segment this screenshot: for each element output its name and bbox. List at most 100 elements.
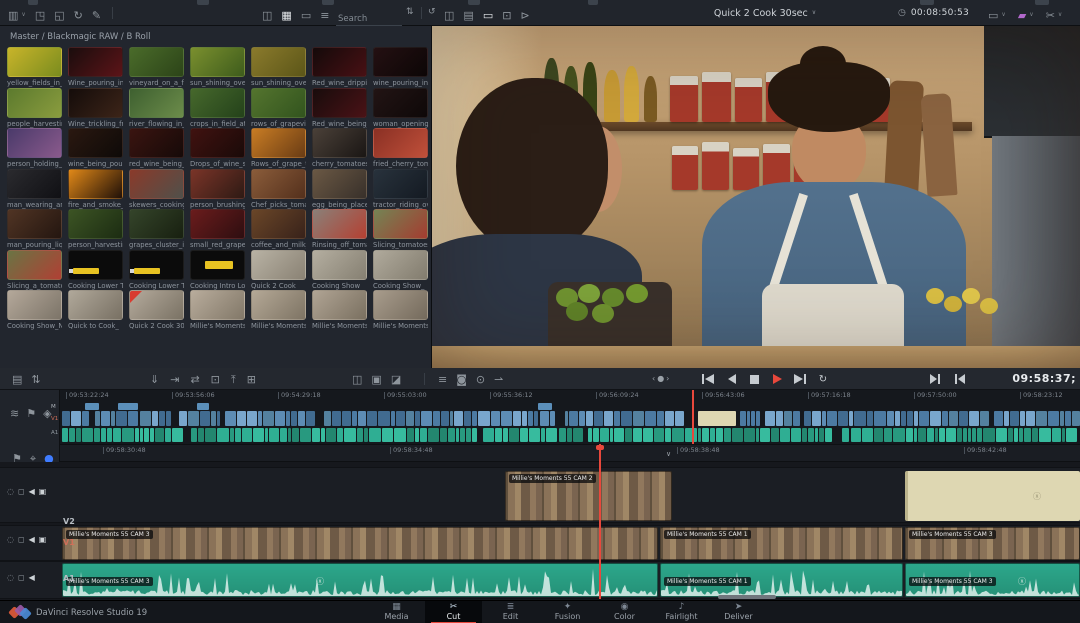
overview-video-track[interactable] xyxy=(60,411,1078,426)
closeup-mode-icon[interactable]: ⊡ xyxy=(502,10,511,21)
timeline-video-clip[interactable]: Millie's Moments 55 CAM 3 xyxy=(905,527,1080,560)
ripple-overwrite-icon[interactable]: ⇄ xyxy=(190,374,199,385)
source-overwrite-icon[interactable]: ⊞ xyxy=(247,374,256,385)
import-folder-icon[interactable]: ◱ xyxy=(54,10,64,21)
playhead-handle[interactable] xyxy=(596,445,604,450)
track-lock-icon[interactable]: ◻ xyxy=(18,536,25,544)
media-clip[interactable]: red_wine_being_p... xyxy=(129,128,184,168)
track-height-icon[interactable]: ⇅ xyxy=(31,374,40,385)
media-clip[interactable]: fried_cherry_toma... xyxy=(373,128,428,168)
overview-playhead[interactable] xyxy=(692,390,694,444)
timeline-audio-clip[interactable]: Millie's Moments 55 CAM 1 xyxy=(660,563,903,597)
refresh-icon[interactable]: ↺ xyxy=(428,8,436,17)
track-a1-lane[interactable]: Millie's Moments 55 CAM 3ⓧMillie's Momen… xyxy=(0,561,1080,599)
media-clip[interactable]: Quick 2 Cook xyxy=(251,250,306,290)
media-clip[interactable]: cherry_tomatoes_... xyxy=(312,128,367,168)
media-clip[interactable]: Millie's Moments ... xyxy=(373,290,428,330)
timeline-playhead[interactable] xyxy=(599,444,601,599)
media-clip[interactable]: sun_shining_over_... xyxy=(190,47,245,87)
timeline-scrollbar[interactable] xyxy=(718,595,776,599)
display-options-icon[interactable]: ▭∨ xyxy=(988,10,1006,21)
playhead-jump-icon[interactable]: ⇀ xyxy=(494,374,503,385)
track-mute-icon[interactable]: ◀ xyxy=(29,488,35,496)
timeline-selector[interactable]: Quick 2 Cook 30sec ∨ xyxy=(690,0,840,26)
tab-deliver[interactable]: ➤Deliver xyxy=(710,601,767,623)
source-tag-icon[interactable]: ◌ xyxy=(7,488,14,496)
timeline-video-clip[interactable]: Millie's Moments 55 CAM 3 xyxy=(62,527,658,560)
media-clip[interactable]: Wine_pouring_int... xyxy=(68,47,123,87)
place-on-top-icon[interactable]: ⤒ xyxy=(231,374,236,385)
jog-control[interactable]: ‹●› xyxy=(652,374,671,383)
timeline-view-icon[interactable]: ◫ xyxy=(352,374,362,385)
breadcrumb[interactable]: Master / Blackmagic RAW / B Roll xyxy=(10,32,150,42)
media-clip[interactable]: coffee_and_milk_b... xyxy=(251,209,306,249)
timeline-audio-clip[interactable]: Millie's Moments 55 CAM 3ⓧ xyxy=(62,563,658,597)
media-clip[interactable]: crops_in_field_at_... xyxy=(190,88,245,128)
media-clip[interactable]: wine_being_poure... xyxy=(68,128,123,168)
track-mute-icon[interactable]: ◀ xyxy=(29,536,35,544)
skip-forward-button[interactable] xyxy=(792,372,808,386)
timeline-video-clip[interactable]: Millie's Moments 55 CAM 1 xyxy=(660,527,903,560)
track-v1-lane[interactable]: Millie's Moments 55 CAM 3Millie's Moment… xyxy=(0,525,1080,561)
media-clip[interactable]: man_pouring_liqu... xyxy=(7,209,62,249)
metadata-view-icon[interactable]: ◫ xyxy=(262,10,272,21)
tab-fairlight[interactable]: ♪Fairlight xyxy=(653,601,710,623)
search-input[interactable] xyxy=(336,13,402,26)
stop-button[interactable] xyxy=(746,372,762,386)
goto-in-button[interactable] xyxy=(951,372,967,386)
source-tape-mode-icon[interactable]: ▤ xyxy=(463,10,473,21)
media-clip[interactable]: woman_opening_... xyxy=(373,88,428,128)
tab-fusion[interactable]: ✦Fusion xyxy=(539,601,596,623)
play-button[interactable] xyxy=(769,372,785,386)
media-clip[interactable]: Quick to Cook_ xyxy=(68,290,123,330)
media-clip[interactable]: Cooking Show_ xyxy=(373,250,428,290)
media-clip[interactable]: grapes_cluster_in... xyxy=(129,209,184,249)
track-mute-icon[interactable]: ◀ xyxy=(29,574,35,582)
media-clip[interactable]: river_flowing_in_t... xyxy=(129,88,184,128)
media-clip[interactable]: Millie's Moments ... xyxy=(312,290,367,330)
zoom-icon[interactable]: ⊙ xyxy=(476,374,485,385)
timeline-options-icon[interactable]: ▤ xyxy=(12,374,22,385)
smart-insert-icon[interactable]: ⇓ xyxy=(150,374,159,385)
list-view-icon[interactable]: ≡ xyxy=(320,10,329,21)
media-clip[interactable]: Wine_trickling_fro... xyxy=(68,88,123,128)
media-clip[interactable]: Cooking Lower Thi... xyxy=(68,250,123,290)
media-clip[interactable]: Slicing_tomatoes_... xyxy=(373,209,428,249)
film-view-icon[interactable]: ◪ xyxy=(391,374,401,385)
source-tag-icon[interactable]: ◌ xyxy=(7,574,14,582)
media-clip[interactable]: person_harvestin... xyxy=(68,209,123,249)
source-tag-icon[interactable]: ◌ xyxy=(7,536,14,544)
transition-icon[interactable]: ◙ xyxy=(456,374,467,385)
track-lock-icon[interactable]: ◻ xyxy=(18,574,25,582)
timeline-list-icon[interactable]: ≋ xyxy=(10,408,19,419)
tools-menu-icon[interactable]: ✂∨ xyxy=(1046,10,1063,21)
import-media-icon[interactable]: ◳ xyxy=(35,10,45,21)
media-clip[interactable]: Quick 2 Cook 30sec xyxy=(129,290,184,330)
track-v2-lane[interactable]: Millie's Moments 55 CAM 2 ⓧ xyxy=(0,467,1080,523)
media-clip[interactable]: Chef_picks_tomat... xyxy=(251,169,306,209)
media-clip[interactable]: small_red_grape_c... xyxy=(190,209,245,249)
tab-media[interactable]: ▦Media xyxy=(368,601,425,623)
media-clip[interactable]: Red_wine_drippin... xyxy=(312,47,367,87)
timeline-ruler[interactable]: 09:58:30:4809:58:34:4809:58:38:4809:58:4… xyxy=(0,444,1080,462)
media-clip[interactable]: person_brushing_... xyxy=(190,169,245,209)
thumbnail-view-icon[interactable]: ▦ xyxy=(281,10,291,21)
timeline-video-clip[interactable]: Millie's Moments 55 CAM 2 xyxy=(505,471,672,521)
media-clip[interactable]: tractor_riding_ove... xyxy=(373,169,428,209)
media-clip[interactable]: fire_and_smoke_c... xyxy=(68,169,123,209)
sort-icon[interactable]: ⇅ xyxy=(406,8,414,17)
timeline-audio-clip[interactable]: Millie's Moments 55 CAM 3ⓧ xyxy=(905,563,1080,597)
media-clip[interactable]: people_harvesting... xyxy=(7,88,62,128)
media-clip[interactable]: Cooking Show xyxy=(312,250,367,290)
media-clip[interactable]: Rows_of_grape_tr... xyxy=(251,128,306,168)
media-clip[interactable]: egg_being_placed... xyxy=(312,169,367,209)
media-clip[interactable]: sun_shining_over_... xyxy=(251,47,306,87)
relink-media-icon[interactable]: ✎ xyxy=(92,10,101,21)
timeline-mode-icon[interactable]: ▭ xyxy=(483,10,493,21)
clip-chevron-marker[interactable]: ∨ xyxy=(666,450,671,458)
media-clip[interactable]: person_holding_a... xyxy=(7,128,62,168)
clip-view-icon[interactable]: ▣ xyxy=(371,374,381,385)
track-enable-icon[interactable]: ▣ xyxy=(39,536,47,544)
timeline-title-clip[interactable]: ⓧ xyxy=(905,471,1080,521)
timeline-overview[interactable]: 09:53:22:2409:53:56:0609:54:29:1809:55:0… xyxy=(0,390,1080,444)
